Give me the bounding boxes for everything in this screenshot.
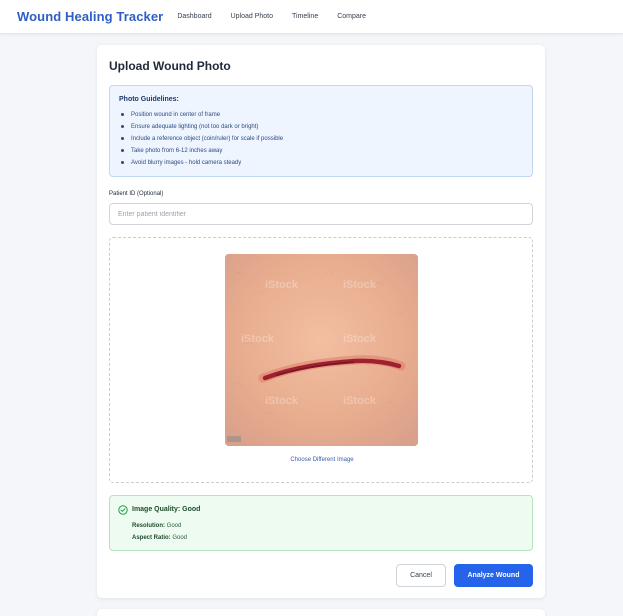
nav-link-upload-photo[interactable]: Upload Photo <box>231 13 273 20</box>
aspect-ratio-value: Good <box>172 535 188 541</box>
resolution-value: Good <box>166 523 182 529</box>
patient-id-input[interactable] <box>109 203 533 225</box>
guideline-item: Take photo from 6-12 inches away <box>121 145 523 157</box>
nav-link-timeline[interactable]: Timeline <box>292 13 318 20</box>
nav-link-dashboard[interactable]: Dashboard <box>177 13 211 20</box>
guideline-item: Include a reference object (coin/ruler) … <box>121 133 523 145</box>
resolution-label: Resolution: <box>132 523 165 529</box>
next-card <box>97 609 545 616</box>
watermark-text: iStock <box>343 279 377 291</box>
watermark-text: iStock <box>265 279 299 291</box>
guidelines-title: Photo Guidelines: <box>119 96 179 103</box>
wound-image: iStock iStock iStock iStock iStock iStoc… <box>225 254 418 446</box>
guideline-item: Ensure adequate lighting (not too dark o… <box>121 121 523 133</box>
watermark-text: iStock <box>343 395 377 407</box>
top-navbar: Wound Healing Tracker Dashboard Upload P… <box>0 0 623 34</box>
image-quality-panel: Image Quality: Good Resolution: Good Asp… <box>109 495 533 551</box>
patient-id-label: Patient ID (Optional) <box>109 191 164 197</box>
watermark-text: iStock <box>265 395 299 407</box>
image-quality-title: Image Quality: Good <box>132 506 201 513</box>
watermark-text: iStock <box>343 333 377 345</box>
analyze-wound-button[interactable]: Analyze Wound <box>454 564 533 587</box>
app-brand[interactable]: Wound Healing Tracker <box>17 9 163 24</box>
aspect-ratio-label: Aspect Ratio: <box>132 535 171 541</box>
watermark-text: iStock <box>241 333 275 345</box>
check-circle-icon <box>118 505 128 515</box>
guideline-item: Avoid blurry images - hold camera steady <box>121 157 523 169</box>
aspect-ratio-row: Aspect Ratio: Good <box>132 535 187 541</box>
page-title: Upload Wound Photo <box>109 59 231 73</box>
nav-link-compare[interactable]: Compare <box>337 13 366 20</box>
cancel-button[interactable]: Cancel <box>396 564 446 587</box>
guidelines-list: Position wound in center of frame Ensure… <box>119 109 523 169</box>
choose-different-image-link[interactable]: Choose Different Image <box>110 457 534 463</box>
resolution-row: Resolution: Good <box>132 523 181 529</box>
upload-card: Upload Wound Photo Photo Guidelines: Pos… <box>97 45 545 598</box>
photo-guidelines-panel: Photo Guidelines: Position wound in cent… <box>109 85 533 177</box>
stock-badge <box>227 436 241 442</box>
photo-dropzone[interactable]: iStock iStock iStock iStock iStock iStoc… <box>109 237 533 483</box>
guideline-item: Position wound in center of frame <box>121 109 523 121</box>
wound-photo-preview: iStock iStock iStock iStock iStock iStoc… <box>225 254 418 446</box>
